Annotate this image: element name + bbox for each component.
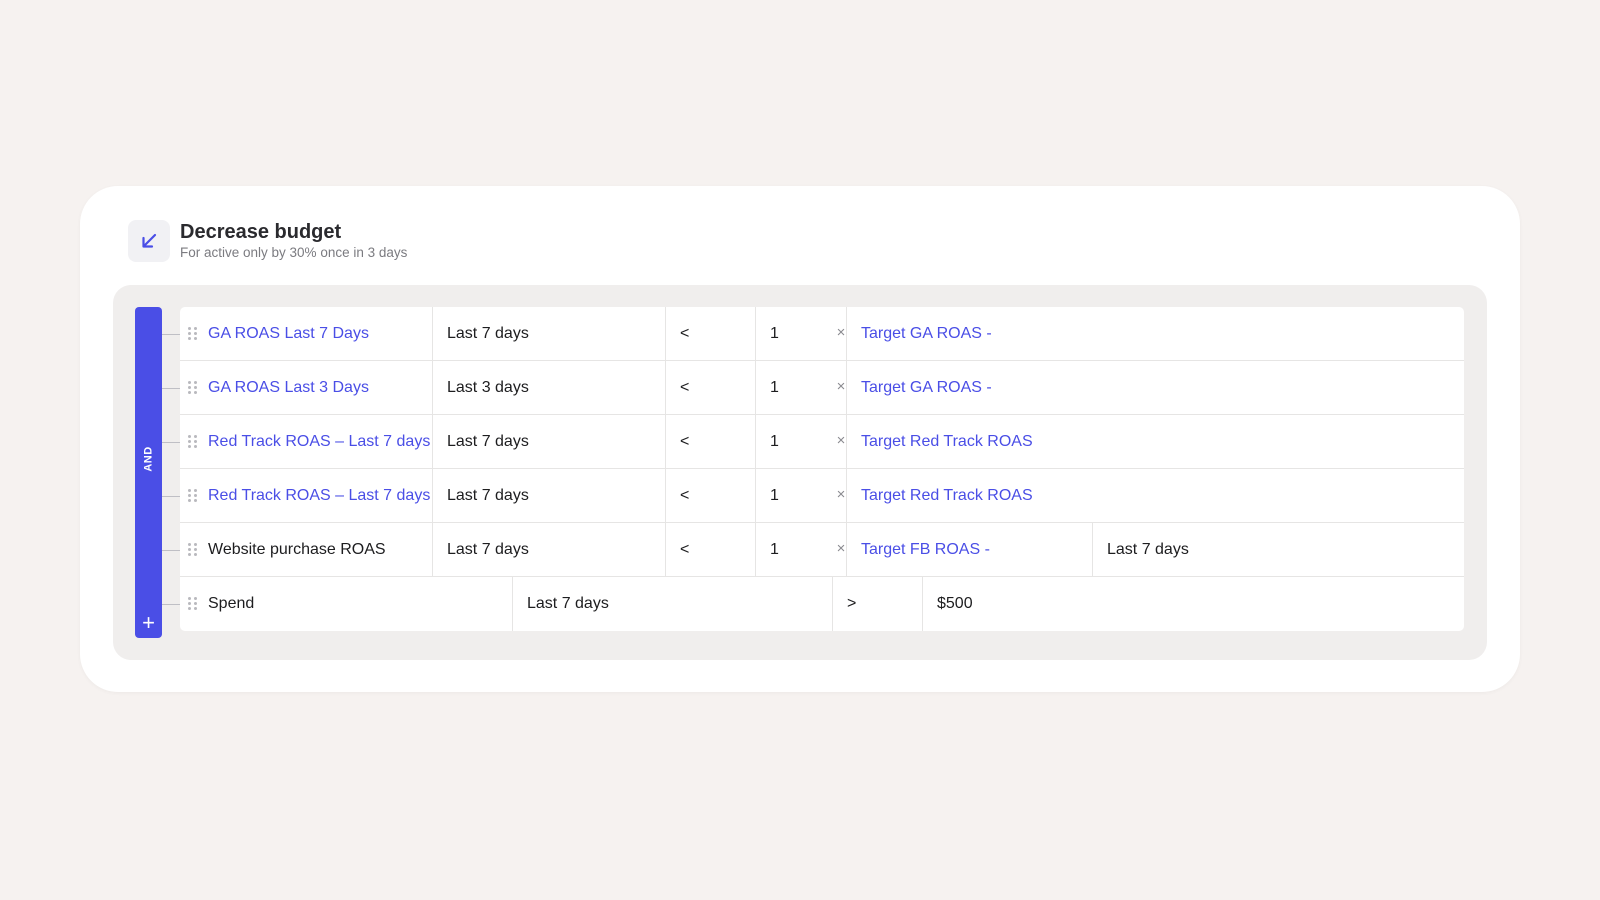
condition-operator[interactable]: < [666,523,756,577]
tree-connector [162,388,180,389]
condition-target[interactable]: Target GA ROAS - [847,307,1464,361]
condition-row: Red Track ROAS – Last 7 days Last 7 days… [180,415,1464,469]
tree-connector [162,604,180,605]
condition-metric[interactable]: Red Track ROAS – Last 7 days [208,415,433,469]
condition-operator[interactable]: < [666,469,756,523]
condition-metric[interactable]: Red Track ROAS – Last 7 days [208,469,433,523]
rule-subtitle: For active only by 30% once in 3 days [180,245,408,260]
multiply-icon: × [836,486,846,503]
condition-value[interactable]: 1 [756,307,847,361]
multiply-icon: × [836,540,846,557]
rule-header: Decrease budget For active only by 30% o… [128,220,407,262]
and-operator-label[interactable]: AND [135,446,162,471]
arrow-down-left-icon [142,233,157,248]
condition-value[interactable]: 1 [756,523,847,577]
conditions-list: GA ROAS Last 7 Days Last 7 days < 1 × Ta… [180,307,1464,631]
tree-connector [162,334,180,335]
multiply-icon: × [836,378,846,395]
multiply-icon: × [836,324,846,341]
condition-value[interactable]: 1 [756,469,847,523]
condition-target[interactable]: Target FB ROAS - [847,523,1093,577]
condition-period[interactable]: Last 7 days [433,469,666,523]
condition-row: Website purchase ROAS Last 7 days < 1 × … [180,523,1464,577]
multiply-icon: × [836,432,846,449]
drag-handle-icon[interactable] [188,381,198,395]
tree-connector [162,550,180,551]
tree-connector [162,496,180,497]
drag-handle-icon[interactable] [188,435,198,449]
condition-period[interactable]: Last 7 days [433,415,666,469]
condition-operator[interactable]: < [666,307,756,361]
rule-title: Decrease budget [180,221,342,243]
condition-value[interactable]: 1 [756,415,847,469]
condition-value[interactable]: 1 [756,361,847,415]
condition-period[interactable]: Last 7 days [513,577,833,631]
condition-target[interactable]: Target Red Track ROAS [847,469,1464,523]
tree-connector [162,442,180,443]
conditions-panel: AND + GA ROAS Last 7 Days Last 7 days < … [113,285,1487,660]
condition-row: GA ROAS Last 7 Days Last 7 days < 1 × Ta… [180,307,1464,361]
rule-icon-box [128,220,170,262]
add-condition-button[interactable]: + [135,612,162,634]
rule-card: Decrease budget For active only by 30% o… [80,186,1520,692]
and-group-bar[interactable]: AND + [135,307,162,638]
condition-period[interactable]: Last 3 days [433,361,666,415]
condition-row: Red Track ROAS – Last 7 days Last 7 days… [180,469,1464,523]
condition-operator[interactable]: > [833,577,923,631]
drag-handle-icon[interactable] [188,597,198,611]
drag-handle-icon[interactable] [188,543,198,557]
condition-operator[interactable]: < [666,361,756,415]
condition-target[interactable]: Target Red Track ROAS [847,415,1464,469]
condition-target-period[interactable]: Last 7 days [1093,523,1464,577]
condition-row: GA ROAS Last 3 Days Last 3 days < 1 × Ta… [180,361,1464,415]
condition-metric[interactable]: Spend [208,577,513,631]
condition-value[interactable]: $500 [923,577,1464,631]
drag-handle-icon[interactable] [188,489,198,503]
condition-row: Spend Last 7 days > $500 [180,577,1464,631]
condition-metric[interactable]: GA ROAS Last 3 Days [208,361,433,415]
condition-period[interactable]: Last 7 days [433,307,666,361]
condition-period[interactable]: Last 7 days [433,523,666,577]
condition-metric[interactable]: Website purchase ROAS [208,523,433,577]
condition-operator[interactable]: < [666,415,756,469]
drag-handle-icon[interactable] [188,327,198,341]
condition-metric[interactable]: GA ROAS Last 7 Days [208,307,433,361]
condition-target[interactable]: Target GA ROAS - [847,361,1464,415]
